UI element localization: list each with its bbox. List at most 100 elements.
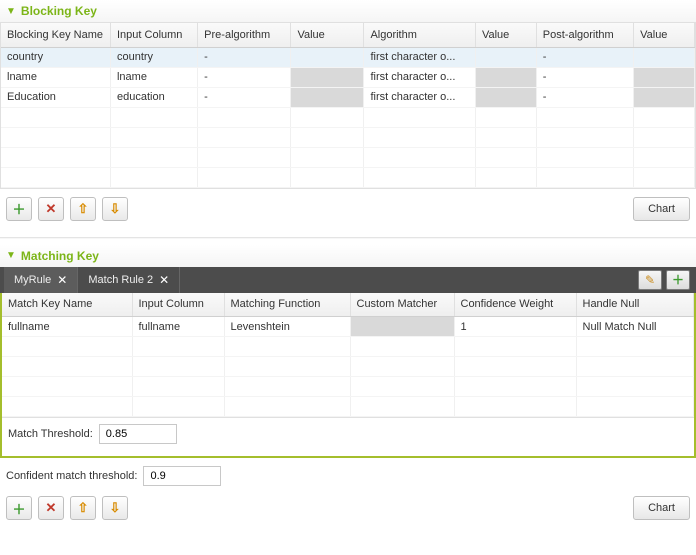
col-header[interactable]: Matching Function xyxy=(224,293,350,317)
confident-threshold-row: Confident match threshold: xyxy=(0,458,696,488)
matching-section-header[interactable]: ▼ Matching Key xyxy=(0,245,696,267)
tab-label: MyRule xyxy=(14,274,51,286)
table-row-empty xyxy=(1,167,695,187)
table-row-empty xyxy=(1,127,695,147)
separator xyxy=(0,237,696,239)
cell[interactable]: country xyxy=(1,47,110,67)
cell[interactable]: Education xyxy=(1,87,110,107)
table-row-empty xyxy=(2,377,694,397)
cell[interactable] xyxy=(350,317,454,337)
tab-myrule[interactable]: MyRule ✕ xyxy=(4,267,78,293)
edit-rule-button[interactable]: ✎ xyxy=(638,270,662,290)
matching-toolbar: ＋ ✕ ⇧ ⇩ Chart xyxy=(0,488,696,528)
cell[interactable] xyxy=(291,47,364,67)
chart-button[interactable]: Chart xyxy=(633,496,690,520)
matching-header-row: Match Key Name Input Column Matching Fun… xyxy=(2,293,694,317)
x-icon: ✕ xyxy=(46,201,57,217)
close-icon[interactable]: ✕ xyxy=(57,273,67,287)
blocking-header-row: Blocking Key Name Input Column Pre-algor… xyxy=(1,23,695,47)
cell[interactable]: 1 xyxy=(454,317,576,337)
cell[interactable]: lname xyxy=(110,67,197,87)
tab-label: Match Rule 2 xyxy=(88,274,153,286)
cell[interactable]: Null Match Null xyxy=(576,317,694,337)
plus-icon: ＋ xyxy=(12,499,25,518)
tab-matchrule2[interactable]: Match Rule 2 ✕ xyxy=(78,267,180,293)
move-up-button[interactable]: ⇧ xyxy=(70,496,96,520)
cell[interactable]: - xyxy=(198,87,291,107)
cell[interactable]: - xyxy=(198,47,291,67)
table-row[interactable]: Educationeducation-first character o...- xyxy=(1,87,695,107)
cell[interactable]: - xyxy=(536,47,633,67)
cell[interactable]: first character o... xyxy=(364,67,476,87)
cell[interactable]: education xyxy=(110,87,197,107)
col-header[interactable]: Value xyxy=(291,23,364,47)
cell[interactable]: lname xyxy=(1,67,110,87)
pencil-icon: ✎ xyxy=(645,273,655,287)
caret-down-icon: ▼ xyxy=(6,6,16,17)
col-header[interactable]: Match Key Name xyxy=(2,293,132,317)
x-icon: ✕ xyxy=(46,500,57,516)
cell[interactable] xyxy=(634,87,695,107)
cell[interactable] xyxy=(475,87,536,107)
col-header[interactable]: Blocking Key Name xyxy=(1,23,110,47)
col-header[interactable]: Post-algorithm xyxy=(536,23,633,47)
table-row[interactable]: lnamelname-first character o...- xyxy=(1,67,695,87)
match-threshold-row: Match Threshold: xyxy=(2,418,694,450)
delete-button[interactable]: ✕ xyxy=(38,496,64,520)
move-up-button[interactable]: ⇧ xyxy=(70,197,96,221)
col-header[interactable]: Custom Matcher xyxy=(350,293,454,317)
cell[interactable]: country xyxy=(110,47,197,67)
move-down-button[interactable]: ⇩ xyxy=(102,496,128,520)
chart-button[interactable]: Chart xyxy=(633,197,690,221)
table-row-empty xyxy=(1,107,695,127)
table-row-empty xyxy=(2,357,694,377)
cell[interactable] xyxy=(291,67,364,87)
add-button[interactable]: ＋ xyxy=(6,197,32,221)
col-header[interactable]: Pre-algorithm xyxy=(198,23,291,47)
cell[interactable]: fullname xyxy=(2,317,132,337)
blocking-section-header[interactable]: ▼ Blocking Key xyxy=(0,0,696,22)
rule-panel: Match Key Name Input Column Matching Fun… xyxy=(0,293,696,459)
col-header[interactable]: Input Column xyxy=(132,293,224,317)
cell[interactable]: - xyxy=(536,67,633,87)
rule-tabbar: MyRule ✕ Match Rule 2 ✕ ✎ ＋ xyxy=(0,267,696,293)
blocking-title: Blocking Key xyxy=(21,4,97,18)
add-rule-button[interactable]: ＋ xyxy=(666,270,690,290)
cell[interactable]: first character o... xyxy=(364,47,476,67)
col-header[interactable]: Handle Null xyxy=(576,293,694,317)
blocking-table: Blocking Key Name Input Column Pre-algor… xyxy=(0,22,696,189)
col-header[interactable]: Input Column xyxy=(110,23,197,47)
plus-icon: ＋ xyxy=(672,271,684,288)
col-header[interactable]: Confidence Weight xyxy=(454,293,576,317)
col-header[interactable]: Algorithm xyxy=(364,23,476,47)
cell[interactable]: fullname xyxy=(132,317,224,337)
col-header[interactable]: Value xyxy=(634,23,695,47)
col-header[interactable]: Value xyxy=(475,23,536,47)
confident-threshold-input[interactable] xyxy=(143,466,221,486)
cell[interactable] xyxy=(475,67,536,87)
add-button[interactable]: ＋ xyxy=(6,496,32,520)
matching-title: Matching Key xyxy=(21,249,99,263)
caret-down-icon: ▼ xyxy=(6,250,16,261)
delete-button[interactable]: ✕ xyxy=(38,197,64,221)
cell[interactable]: - xyxy=(198,67,291,87)
cell[interactable] xyxy=(634,67,695,87)
table-row-empty xyxy=(1,147,695,167)
confident-threshold-label: Confident match threshold: xyxy=(6,470,137,482)
table-row-empty xyxy=(2,337,694,357)
cell[interactable] xyxy=(291,87,364,107)
close-icon[interactable]: ✕ xyxy=(159,273,169,287)
arrow-up-icon: ⇧ xyxy=(78,201,89,217)
cell[interactable] xyxy=(634,47,695,67)
plus-icon: ＋ xyxy=(12,199,25,218)
cell[interactable]: Levenshtein xyxy=(224,317,350,337)
table-row[interactable]: fullnamefullnameLevenshtein1Null Match N… xyxy=(2,317,694,337)
blocking-toolbar: ＋ ✕ ⇧ ⇩ Chart xyxy=(0,189,696,229)
cell[interactable]: - xyxy=(536,87,633,107)
match-threshold-input[interactable] xyxy=(99,424,177,444)
arrow-down-icon: ⇩ xyxy=(110,201,121,217)
table-row[interactable]: countrycountry-first character o...- xyxy=(1,47,695,67)
move-down-button[interactable]: ⇩ xyxy=(102,197,128,221)
cell[interactable]: first character o... xyxy=(364,87,476,107)
cell[interactable] xyxy=(475,47,536,67)
